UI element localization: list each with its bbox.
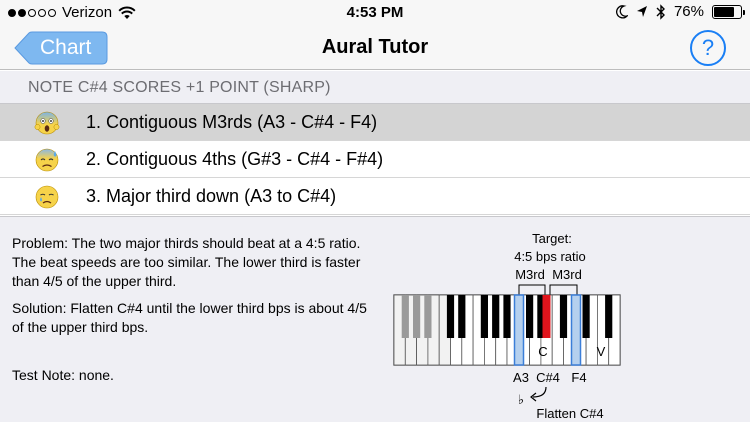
note-label-cs4: C#4 [536, 370, 560, 385]
flatten-arrow [532, 386, 547, 398]
status-bar: Verizon 4:53 PM 76% [0, 0, 750, 26]
crying-face-icon [35, 185, 59, 209]
solution-text: Solution: Flatten C#4 until the lower th… [12, 300, 367, 335]
interval-label-right: M3rd [552, 267, 582, 282]
note-label-f4: F4 [571, 370, 586, 385]
help-button[interactable]: ? [690, 30, 726, 66]
black-key [446, 295, 455, 338]
black-key [582, 295, 590, 338]
flatten-label: Flatten C#4 [536, 406, 603, 421]
info-panel: Problem: The two major thirds should bea… [0, 216, 750, 422]
bluetooth-icon [656, 3, 665, 20]
battery-fill [714, 6, 734, 17]
list-item-label: 3. Major third down (A3 to C#4) [86, 186, 337, 206]
list-item[interactable]: 2. Contiguous 4ths (G#3 - C#4 - F#4) [0, 141, 750, 178]
section-header-label: NOTE C#4 SCORES +1 POINT (SHARP) [28, 79, 331, 96]
black-key [492, 295, 500, 338]
keyboard [393, 294, 621, 366]
black-key [559, 295, 568, 338]
navigation-bar: Chart Aural Tutor ? [0, 26, 750, 70]
interval-bracket-left [518, 284, 546, 295]
page-title: Aural Tutor [321, 36, 429, 58]
target-label: Target: [532, 231, 572, 246]
flat-symbol: ♭ [518, 392, 524, 407]
highlighted-key-a3 [513, 294, 525, 366]
note-label-a3: A3 [513, 370, 529, 385]
key-mark-label: V [597, 344, 606, 359]
black-key [413, 295, 421, 338]
highlighted-key-cs4 [542, 295, 551, 338]
interval-label-left: M3rd [515, 267, 545, 282]
status-right: 76% [616, 3, 745, 20]
battery-percent: 76% [673, 3, 704, 20]
list-item-label: 1. Contiguous M3rds (A3 - C#4 - F4) [86, 112, 378, 132]
problem-text: Problem: The two major thirds should bea… [12, 235, 361, 289]
test-note: Test Note: none. [12, 367, 114, 383]
black-key [480, 295, 488, 338]
interval-bracket-right [549, 284, 578, 295]
black-key [401, 295, 409, 338]
tuning-list: 1. Contiguous M3rds (A3 - C#4 - F4) 2. C… [0, 104, 750, 215]
moon-icon [616, 4, 628, 18]
piano-diagram: Target: 4:5 bps ratio M3rd M3rd C V A3 C… [393, 231, 621, 421]
ratio-label: 4:5 bps ratio [514, 249, 586, 264]
black-key [424, 295, 432, 338]
highlighted-key-f4 [570, 294, 582, 366]
key-c-label: C [538, 344, 547, 359]
black-key [605, 295, 613, 338]
list-item[interactable]: 3. Major third down (A3 to C#4) [0, 178, 750, 215]
list-item[interactable]: 1. Contiguous M3rds (A3 - C#4 - F4) [0, 104, 750, 141]
location-icon [636, 5, 647, 17]
black-key [503, 295, 511, 338]
list-item-label: 2. Contiguous 4ths (G#3 - C#4 - F#4) [86, 149, 384, 169]
black-key [458, 295, 466, 338]
section-header: NOTE C#4 SCORES +1 POINT (SHARP) [0, 71, 750, 104]
anxious-sweat-face-icon [35, 148, 59, 172]
battery-icon [712, 4, 745, 19]
black-key [526, 295, 534, 338]
screaming-face-icon [34, 111, 60, 135]
